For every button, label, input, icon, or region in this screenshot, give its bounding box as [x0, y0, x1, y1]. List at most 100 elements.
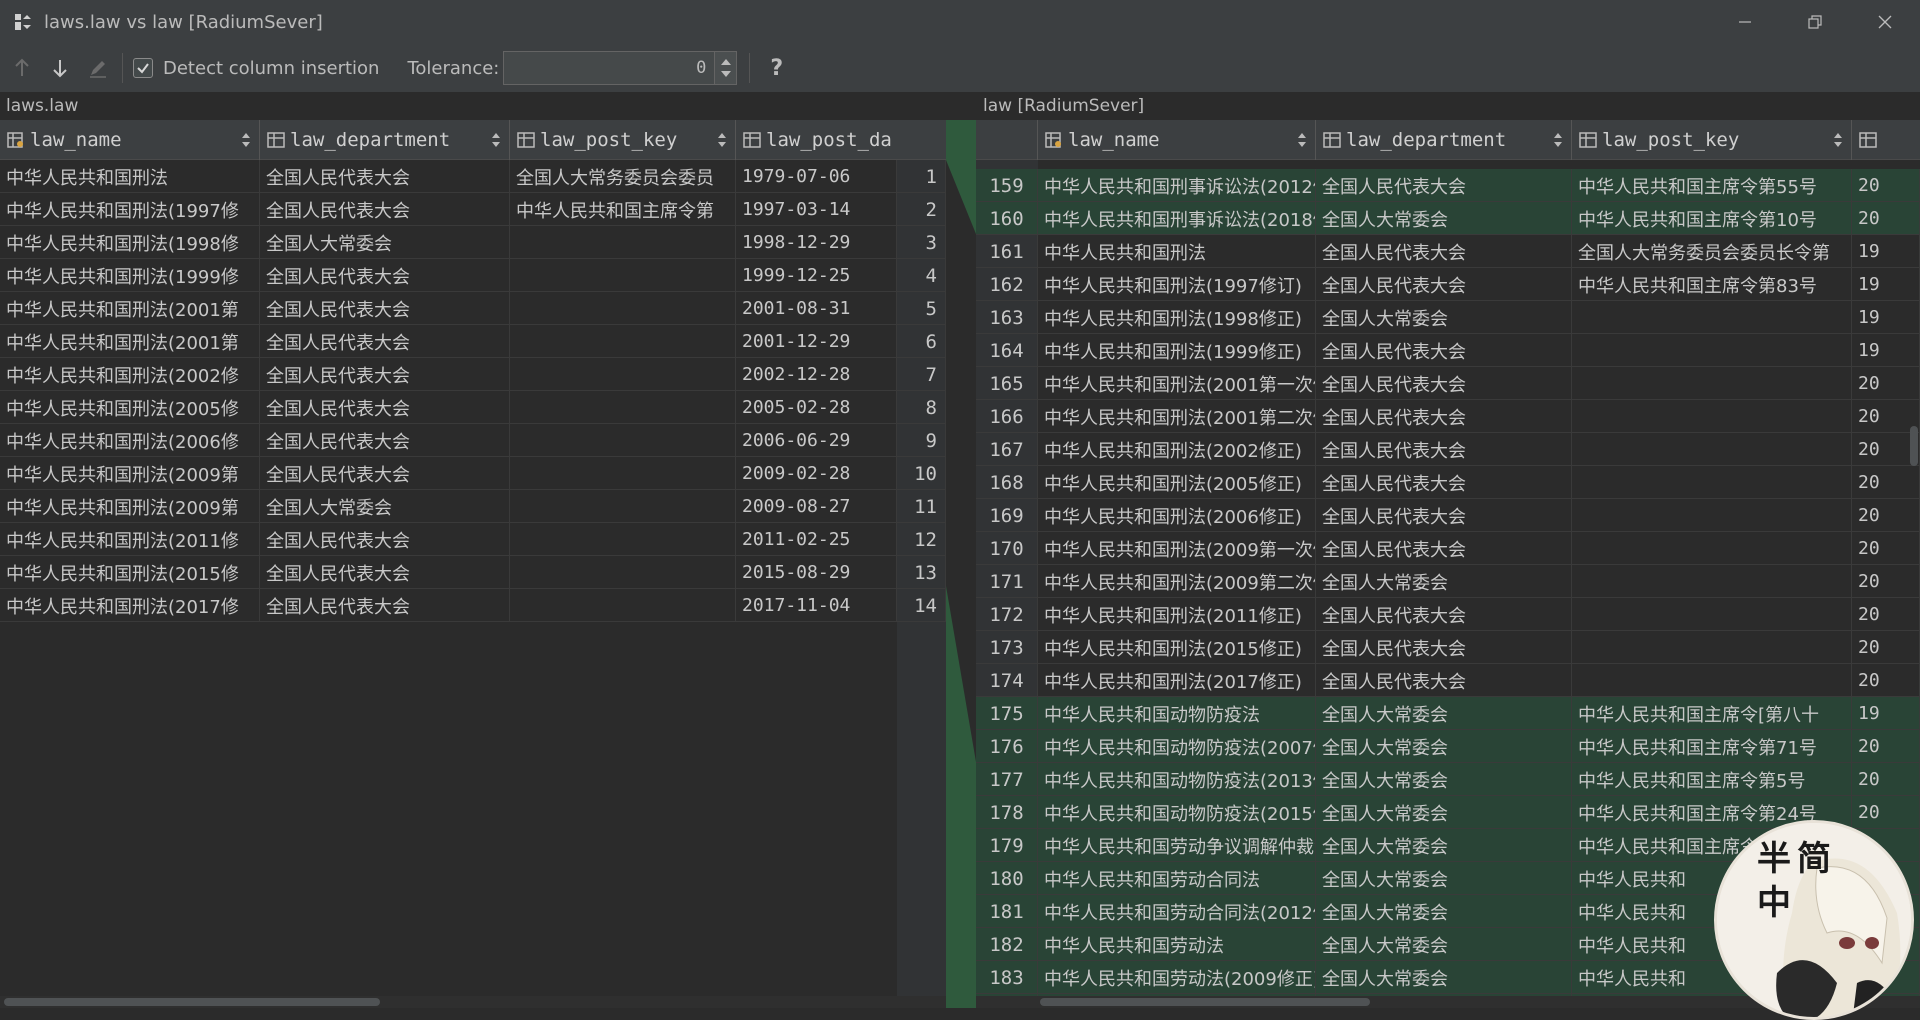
cell-n[interactable]: 7	[897, 358, 946, 391]
cell-name[interactable]: 中华人民共和国动物防疫法(2007修	[1038, 730, 1316, 763]
cell-key[interactable]: 中华人民共和国主席令第71号	[1572, 730, 1852, 763]
cell-name[interactable]: 中华人民共和国刑法(2009第	[0, 457, 260, 490]
cell-dept[interactable]: 全国人民代表大会	[1316, 664, 1572, 697]
cell-key[interactable]	[1572, 301, 1852, 334]
table-row[interactable]: 164 中华人民共和国刑法(1999修正) 全国人民代表大会 19	[976, 334, 1920, 367]
cell-date[interactable]: 19	[1852, 334, 1920, 367]
cell-date[interactable]: 19	[1852, 301, 1920, 334]
cell-name[interactable]: 中华人民共和国劳动合同法(2012修	[1038, 895, 1316, 928]
cell-key[interactable]	[1572, 532, 1852, 565]
sort-icon[interactable]	[1553, 132, 1563, 148]
detect-column-insertion-checkbox[interactable]	[133, 58, 153, 78]
cell-name[interactable]: 中华人民共和国刑法(2015修正)	[1038, 631, 1316, 664]
cell-name[interactable]: 中华人民共和国刑事诉讼法(2012修	[1038, 169, 1316, 202]
cell-date[interactable]: 2009-02-28	[736, 457, 897, 490]
cell-date[interactable]: 20	[1852, 202, 1920, 235]
cell-key[interactable]: 中华人民共和国主席令第10号	[1572, 202, 1852, 235]
cell-name[interactable]: 中华人民共和国劳动合同法	[1038, 862, 1316, 895]
cell-name[interactable]: 中华人民共和国刑法(1997修订)	[1038, 268, 1316, 301]
cell-dept[interactable]: 全国人民代表大会	[260, 589, 510, 622]
cell-dept[interactable]: 全国人大常委会	[1316, 697, 1572, 730]
cell-date[interactable]: 1998-12-29	[736, 226, 897, 259]
table-row[interactable]: 160 中华人民共和国刑事诉讼法(2018修 全国人大常委会 中华人民共和国主席令第1…	[976, 202, 1920, 235]
cell-n[interactable]: 12	[897, 523, 946, 556]
cell-name[interactable]: 中华人民共和国刑法(2006修正)	[1038, 499, 1316, 532]
cell-date[interactable]: 20	[1852, 730, 1920, 763]
table-row[interactable]: 中华人民共和国刑法(2001第 全国人民代表大会 2001-08-31 5	[0, 292, 946, 325]
cell-key[interactable]: 中华人民共和国主席令第5号	[1572, 763, 1852, 796]
cell-dept[interactable]: 全国人大常委会	[1316, 202, 1572, 235]
left-column-header-law-department[interactable]: law_department	[260, 120, 510, 160]
cell-name[interactable]: 中华人民共和国劳动法	[1038, 928, 1316, 961]
cell-dept[interactable]: 全国人民代表大会	[1316, 466, 1572, 499]
cell-name[interactable]: 中华人民共和国刑法(2017修正)	[1038, 664, 1316, 697]
cell-date[interactable]: 2011-02-25	[736, 523, 897, 556]
table-row[interactable]: 168 中华人民共和国刑法(2005修正) 全国人民代表大会 20	[976, 466, 1920, 499]
cell-date[interactable]: 2009-08-27	[736, 490, 897, 523]
cell-name[interactable]: 中华人民共和国刑法(2001第一次修	[1038, 367, 1316, 400]
cell-dept[interactable]: 全国人大常委会	[260, 226, 510, 259]
cell-n[interactable]: 14	[897, 589, 946, 622]
help-button[interactable]: ?	[770, 56, 783, 81]
table-row[interactable]: 178 中华人民共和国动物防疫法(2015修 全国人大常委会 中华人民共和国主席令第2…	[976, 796, 1920, 829]
cell-date[interactable]: 20	[1852, 796, 1920, 829]
cell-n[interactable]: 9	[897, 424, 946, 457]
cell-name[interactable]: 中华人民共和国刑法(1999修	[0, 259, 260, 292]
cell-name[interactable]: 中华人民共和国劳动法(2009修正)	[1038, 961, 1316, 994]
cell-key[interactable]	[1572, 334, 1852, 367]
table-row[interactable]: 中华人民共和国刑法(2001第 全国人民代表大会 2001-12-29 6	[0, 325, 946, 358]
table-row[interactable]: 177 中华人民共和国动物防疫法(2013修 全国人大常委会 中华人民共和国主席令第5…	[976, 763, 1920, 796]
cell-name[interactable]: 中华人民共和国动物防疫法(2015修	[1038, 796, 1316, 829]
cell-dept[interactable]: 全国人民代表大会	[1316, 169, 1572, 202]
cell-key[interactable]	[1572, 400, 1852, 433]
cell-name[interactable]: 中华人民共和国劳动争议调解仲裁法	[1038, 829, 1316, 862]
cell-date[interactable]: 20	[1852, 466, 1920, 499]
cell-name[interactable]: 中华人民共和国刑法	[1038, 235, 1316, 268]
sort-icon[interactable]	[717, 132, 727, 148]
cell-key[interactable]: 中华人民共和国主席令[第八十	[1572, 697, 1852, 730]
cell-key[interactable]	[1572, 466, 1852, 499]
cell-date[interactable]: 1979-07-06	[736, 160, 897, 193]
cell-date[interactable]: 20	[1852, 532, 1920, 565]
right-column-header-law-post-date[interactable]	[1852, 120, 1920, 160]
cell-n[interactable]: 6	[897, 325, 946, 358]
cell-name[interactable]: 中华人民共和国刑法(2005修正)	[1038, 466, 1316, 499]
table-row[interactable]: 176 中华人民共和国动物防疫法(2007修 全国人大常委会 中华人民共和国主席令第7…	[976, 730, 1920, 763]
cell-name[interactable]: 中华人民共和国刑法(2011修正)	[1038, 598, 1316, 631]
cell-dept[interactable]: 全国人大常委会	[1316, 862, 1572, 895]
cell-dept[interactable]: 全国人大常委会	[260, 490, 510, 523]
cell-name[interactable]: 中华人民共和国刑法(2011修	[0, 523, 260, 556]
sort-icon[interactable]	[491, 132, 501, 148]
table-row[interactable]: 167 中华人民共和国刑法(2002修正) 全国人民代表大会 20	[976, 433, 1920, 466]
cell-date[interactable]: 20	[1852, 565, 1920, 598]
cell-key[interactable]: 全国人大常务委员会委员长令第	[1572, 235, 1852, 268]
cell-key[interactable]	[1572, 598, 1852, 631]
next-difference-button[interactable]	[44, 52, 76, 84]
table-row[interactable]: 中华人民共和国刑法(1997修 全国人民代表大会 中华人民共和国主席令第 1997-0…	[0, 193, 946, 226]
cell-name[interactable]: 中华人民共和国刑法(2006修	[0, 424, 260, 457]
cell-n[interactable]: 3	[897, 226, 946, 259]
table-row[interactable]: 中华人民共和国刑法(1998修 全国人大常委会 1998-12-29 3	[0, 226, 946, 259]
cell-n[interactable]: 4	[897, 259, 946, 292]
cell-key[interactable]	[510, 391, 736, 424]
cell-dept[interactable]: 全国人大常委会	[1316, 301, 1572, 334]
cell-dept[interactable]: 全国人民代表大会	[1316, 367, 1572, 400]
cell-key[interactable]	[510, 523, 736, 556]
table-row[interactable]: 172 中华人民共和国刑法(2011修正) 全国人民代表大会 20	[976, 598, 1920, 631]
table-row[interactable]: 中华人民共和国刑法(2011修 全国人民代表大会 2011-02-25 12	[0, 523, 946, 556]
cell-dept[interactable]: 全国人民代表大会	[1316, 235, 1572, 268]
table-row[interactable]: 中华人民共和国刑法(2002修 全国人民代表大会 2002-12-28 7	[0, 358, 946, 391]
table-row[interactable]: 175 中华人民共和国动物防疫法 全国人大常委会 中华人民共和国主席令[第八十 19	[976, 697, 1920, 730]
cell-date[interactable]: 2006-06-29	[736, 424, 897, 457]
cell-key[interactable]	[510, 358, 736, 391]
cell-name[interactable]: 中华人民共和国刑法(2002修正)	[1038, 433, 1316, 466]
cell-date[interactable]: 1997-03-14	[736, 193, 897, 226]
cell-dept[interactable]: 全国人民代表大会	[260, 358, 510, 391]
cell-name[interactable]: 中华人民共和国动物防疫法	[1038, 697, 1316, 730]
cell-date[interactable]: 19	[1852, 235, 1920, 268]
cell-key[interactable]	[510, 589, 736, 622]
table-row[interactable]: 中华人民共和国刑法(2009第 全国人大常委会 2009-08-27 11	[0, 490, 946, 523]
left-column-header-law-post-date[interactable]: law_post_da	[736, 120, 897, 160]
left-scroll-thumb[interactable]	[4, 998, 380, 1006]
table-row[interactable]: 中华人民共和国刑法(2006修 全国人民代表大会 2006-06-29 9	[0, 424, 946, 457]
